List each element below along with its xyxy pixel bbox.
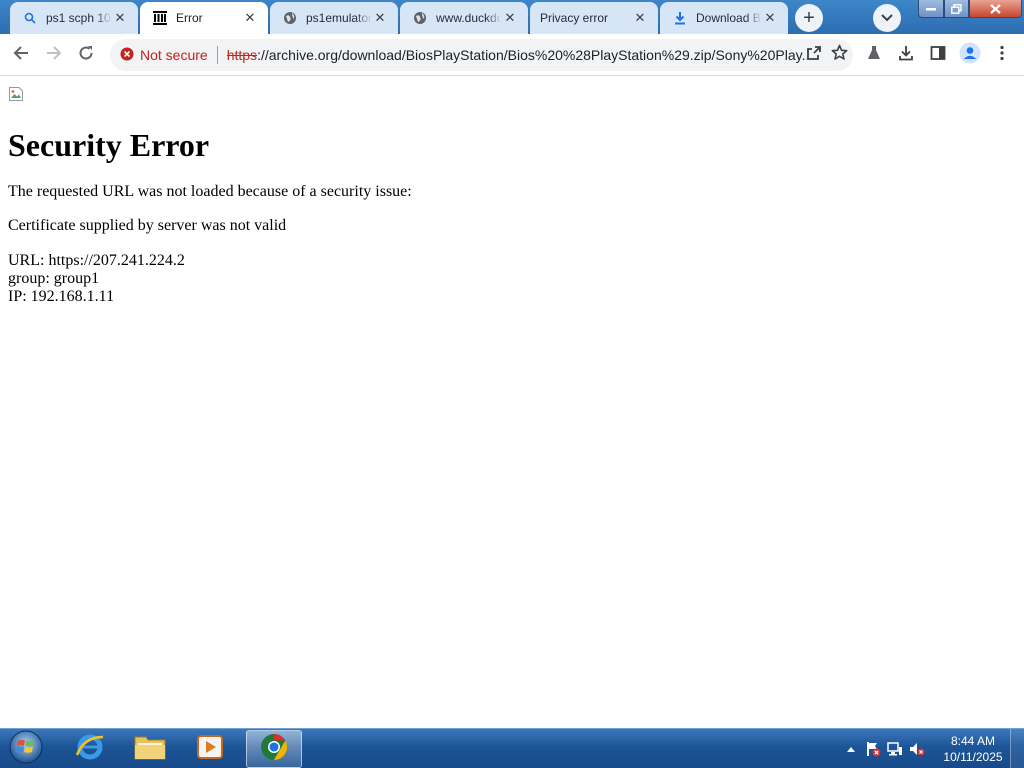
tab-title: ps1 scph 1001 xyxy=(46,11,112,25)
error-ip: IP: 192.168.1.11 xyxy=(8,288,115,305)
action-center-icon[interactable] xyxy=(862,738,884,760)
flask-icon xyxy=(866,45,882,66)
close-icon[interactable]: ✕ xyxy=(112,10,128,26)
extension-button[interactable] xyxy=(860,41,888,69)
error-reason: Certificate supplied by server was not v… xyxy=(8,217,287,234)
globe-icon xyxy=(282,10,298,26)
url-scheme: https xyxy=(226,47,258,63)
close-icon[interactable]: ✕ xyxy=(762,10,778,26)
share-button[interactable] xyxy=(800,41,828,69)
tab-ps1-search[interactable]: ps1 scph 1001 ✕ xyxy=(10,2,138,34)
error-url: URL: https://207.241.224.2 xyxy=(8,252,185,269)
side-panel-icon xyxy=(930,45,946,66)
reload-icon xyxy=(78,45,94,66)
back-button[interactable] xyxy=(7,41,35,69)
system-tray xyxy=(840,729,928,768)
search-icon xyxy=(22,10,38,26)
taskbar-chrome[interactable] xyxy=(246,730,302,768)
network-icon[interactable] xyxy=(884,738,906,760)
taskbar: 8:44 AM 10/11/2025 xyxy=(0,728,1024,768)
media-player-icon xyxy=(196,733,224,766)
tab-title: Privacy error xyxy=(540,11,609,25)
downloads-button[interactable] xyxy=(892,41,920,69)
reload-button[interactable] xyxy=(72,41,100,69)
profile-button[interactable] xyxy=(956,41,984,69)
arrow-right-icon xyxy=(46,45,62,66)
show-hidden-icons-button[interactable] xyxy=(840,738,862,760)
forward-button[interactable] xyxy=(40,41,68,69)
close-icon[interactable]: ✕ xyxy=(372,10,388,26)
not-secure-label: Not secure xyxy=(140,47,208,63)
windows-orb-icon xyxy=(8,729,44,768)
star-icon xyxy=(831,44,848,66)
arrow-left-icon xyxy=(13,45,29,66)
window-controls xyxy=(918,0,1022,18)
url-text[interactable]: https://archive.org/download/BiosPlaySta… xyxy=(227,47,807,63)
folder-icon xyxy=(134,733,166,766)
internet-explorer-icon xyxy=(74,731,106,768)
taskbar-file-explorer[interactable] xyxy=(122,730,178,768)
tab-search-button[interactable] xyxy=(873,4,901,32)
download-icon xyxy=(672,10,688,26)
tab-download[interactable]: Download BIOS ✕ xyxy=(660,2,788,34)
show-desktop-button[interactable] xyxy=(1010,729,1024,768)
omnibox-divider xyxy=(216,46,218,64)
tab-title: www.duckduckgo xyxy=(436,11,502,25)
page-title: Security Error xyxy=(8,127,210,163)
error-icon xyxy=(120,47,134,64)
taskbar-media-player[interactable] xyxy=(182,730,238,768)
tab-ps1emulator[interactable]: ps1emulator ✕ xyxy=(270,2,398,34)
share-icon xyxy=(806,45,822,66)
url-rest: ://archive.org/download/BiosPlayStation/… xyxy=(257,47,807,63)
bookmark-button[interactable] xyxy=(825,41,853,69)
archive-icon xyxy=(152,10,168,26)
chrome-icon xyxy=(259,732,289,767)
close-icon[interactable]: ✕ xyxy=(502,10,518,26)
security-chip[interactable]: Not secure xyxy=(120,47,208,64)
start-button[interactable] xyxy=(6,730,46,768)
clock[interactable]: 8:44 AM 10/11/2025 xyxy=(938,733,1008,765)
broken-image-icon xyxy=(8,86,24,102)
error-group: group: group1 xyxy=(8,270,100,287)
side-panel-button[interactable] xyxy=(924,41,952,69)
tab-title: ps1emulator xyxy=(306,11,372,25)
new-tab-button[interactable]: + xyxy=(795,4,823,32)
volume-muted-icon[interactable] xyxy=(906,738,928,760)
tab-title: Error xyxy=(176,11,203,25)
error-message: The requested URL was not loaded because… xyxy=(8,183,412,200)
tab-privacy-error[interactable]: Privacy error ✕ xyxy=(530,2,658,34)
tab-title: Download BIOS xyxy=(696,11,762,25)
page-content: Security Error The requested URL was not… xyxy=(0,77,1024,727)
minimize-button[interactable] xyxy=(918,0,944,18)
more-vertical-icon xyxy=(1000,45,1004,66)
taskbar-internet-explorer[interactable] xyxy=(62,730,118,768)
download-icon xyxy=(898,45,914,66)
close-icon[interactable]: ✕ xyxy=(242,10,258,26)
restore-button[interactable] xyxy=(944,0,969,18)
close-window-button[interactable] xyxy=(969,0,1022,18)
tab-duckduckgo[interactable]: www.duckduckgo ✕ xyxy=(400,2,528,34)
tab-error[interactable]: Error ✕ xyxy=(140,2,268,34)
globe-icon xyxy=(412,10,428,26)
avatar-icon xyxy=(959,42,981,69)
address-bar[interactable]: Not secure https://archive.org/download/… xyxy=(110,39,853,71)
browser-toolbar: Not secure https://archive.org/download/… xyxy=(0,34,1024,76)
menu-button[interactable] xyxy=(988,41,1016,69)
chevron-down-icon xyxy=(881,9,893,27)
clock-date: 10/11/2025 xyxy=(943,750,1003,764)
close-icon[interactable]: ✕ xyxy=(632,10,648,26)
tab-strip: ps1 scph 1001 ✕ Error ✕ ps1emulator ✕ ww… xyxy=(0,0,1024,34)
clock-time: 8:44 AM xyxy=(950,734,996,748)
